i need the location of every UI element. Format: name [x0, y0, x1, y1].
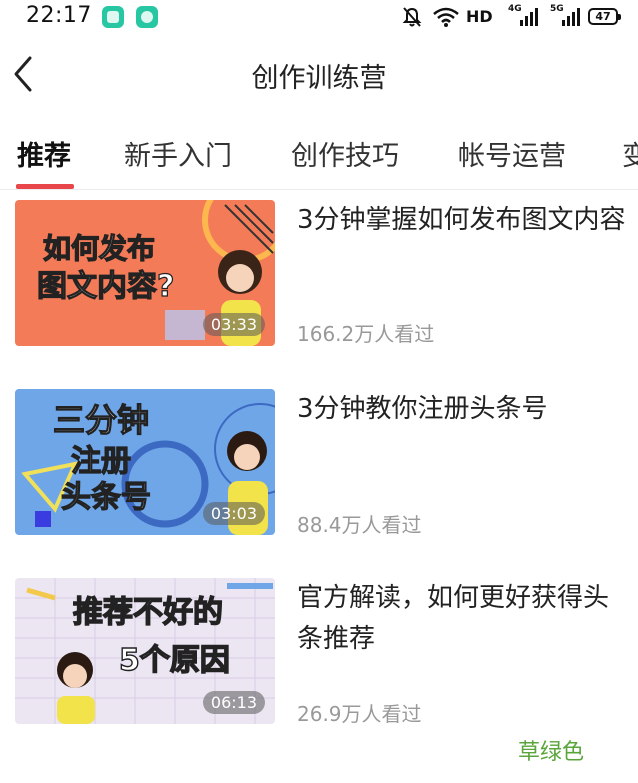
tab-monetize[interactable]: 变: [622, 134, 638, 173]
tab-recommend[interactable]: 推荐: [17, 134, 71, 173]
thumb-line-1: 如何发布: [43, 232, 155, 265]
page-title: 创作训练营: [251, 63, 387, 94]
video-thumbnail: 三分钟 注册 头条号 03:03: [15, 389, 275, 535]
watermark-text: 草绿色: [518, 740, 585, 765]
view-count: 26.9万人看过: [297, 702, 422, 726]
video-title: 3分钟教你注册头条号: [297, 394, 548, 424]
signal-4g-icon: 4G: [508, 4, 538, 28]
video-item[interactable]: 推荐不好的 5个原因 06:13 官方解读，如何更好获得头条推荐 26.9万人看…: [0, 578, 638, 728]
video-duration: 03:33: [202, 313, 265, 336]
video-duration: 03:03: [202, 502, 265, 525]
view-count: 88.4万人看过: [297, 513, 422, 537]
app-notification-icon: [102, 6, 124, 28]
video-thumbnail: 如何发布 图文内容? 03:33: [15, 200, 275, 346]
thumb-line-2: 5个原因: [119, 643, 230, 678]
thumb-line-1: 三分钟: [53, 401, 149, 439]
thumb-line-1: 推荐不好的: [73, 595, 223, 630]
video-duration: 06:13: [202, 691, 265, 714]
battery-icon: 47: [588, 8, 621, 25]
video-title: 官方解读，如何更好获得头条推荐: [297, 583, 610, 654]
active-tab-indicator: [16, 184, 74, 189]
video-title: 3分钟掌握如何发布图文内容: [297, 205, 626, 235]
video-thumbnail: 推荐不好的 5个原因 06:13: [15, 578, 275, 724]
video-item[interactable]: 如何发布 图文内容? 03:33 3分钟掌握如何发布图文内容 166.2万人看过: [0, 200, 638, 350]
status-time: 22:17: [26, 3, 92, 28]
thumb-line-2: 注册: [71, 444, 131, 479]
wifi-icon: [433, 7, 459, 27]
signal-5g-icon: 5G: [550, 4, 580, 28]
hd-indicator: HD: [466, 7, 493, 26]
tab-beginner[interactable]: 新手入门: [124, 134, 232, 173]
video-item[interactable]: 三分钟 注册 头条号 03:03 3分钟教你注册头条号 88.4万人看过: [0, 389, 638, 539]
category-tabs: 推荐 新手入门 创作技巧 帐号运营 变: [0, 112, 638, 190]
tab-account-operation[interactable]: 帐号运营: [458, 134, 566, 173]
signal-4g-label: 4G: [508, 4, 522, 14]
mute-bell-icon: [402, 7, 422, 27]
thumb-line-2: 图文内容?: [37, 269, 174, 304]
view-count: 166.2万人看过: [297, 322, 435, 346]
tab-creation-tips[interactable]: 创作技巧: [291, 134, 399, 173]
status-bar: 22:17 HD 4G 5G 47: [0, 0, 638, 36]
chat-notification-icon: [136, 6, 158, 28]
header: 创作训练营: [0, 36, 638, 112]
signal-5g-label: 5G: [550, 4, 564, 14]
thumb-line-3: 头条号: [61, 480, 151, 515]
